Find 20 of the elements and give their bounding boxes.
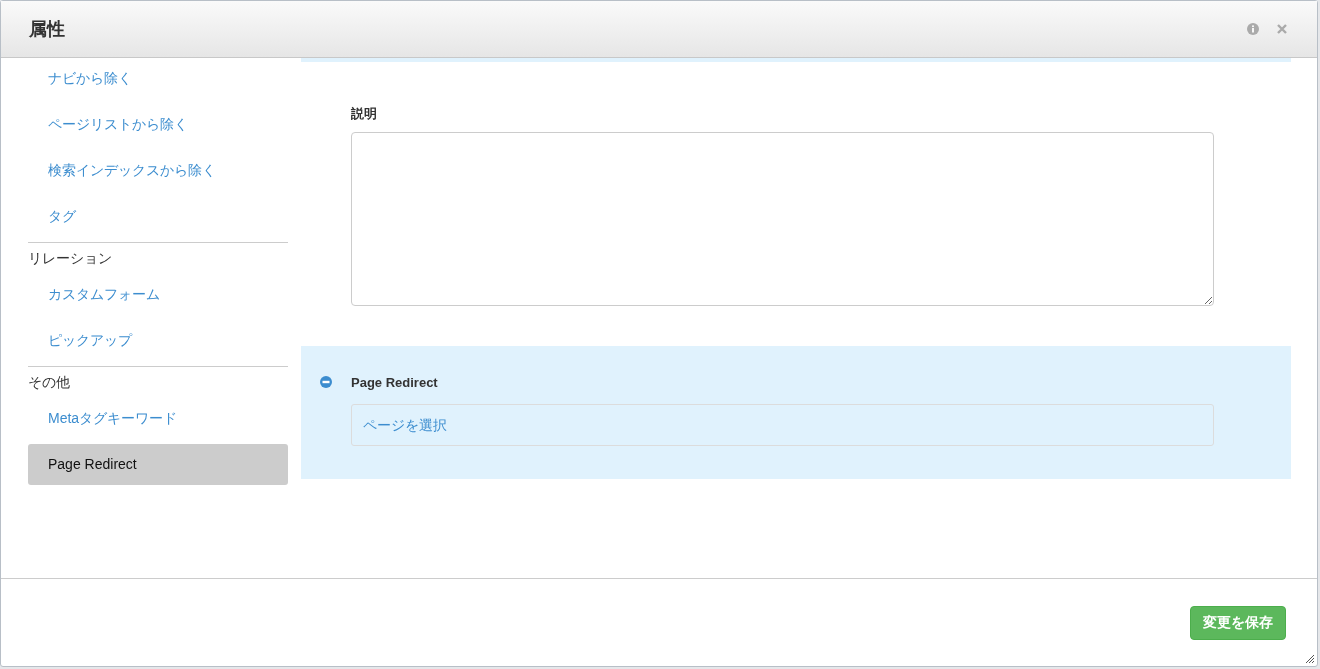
sidebar-item[interactable]: Page Redirect bbox=[28, 444, 288, 485]
sidebar-item[interactable]: カスタムフォーム bbox=[28, 274, 288, 315]
sidebar-heading: その他 bbox=[28, 373, 71, 392]
panel-title: Page Redirect bbox=[351, 373, 438, 392]
info-icon[interactable] bbox=[1247, 23, 1259, 35]
page-select-button[interactable]: ページを選択 bbox=[351, 404, 1214, 446]
description-field[interactable] bbox=[351, 131, 1214, 306]
resize-grip-icon[interactable] bbox=[1306, 655, 1314, 663]
sidebar-item[interactable]: ピックアップ bbox=[28, 320, 288, 361]
dialog-title: 属性 bbox=[29, 17, 65, 41]
field-label: 説明 bbox=[351, 105, 378, 123]
sidebar-heading: リレーション bbox=[28, 249, 113, 268]
close-icon[interactable] bbox=[1277, 24, 1287, 34]
sidebar-item[interactable]: タグ bbox=[28, 196, 288, 237]
sidebar-item[interactable]: ナビから除く bbox=[28, 58, 288, 99]
collapse-icon[interactable] bbox=[320, 376, 332, 389]
sidebar-item[interactable]: 検索インデックスから除く bbox=[28, 150, 288, 191]
sidebar-item[interactable]: Metaタグキーワード bbox=[28, 398, 288, 439]
sidebar-item[interactable]: ページリストから除く bbox=[28, 104, 288, 145]
save-button[interactable]: 変更を保存 bbox=[1190, 605, 1286, 640]
